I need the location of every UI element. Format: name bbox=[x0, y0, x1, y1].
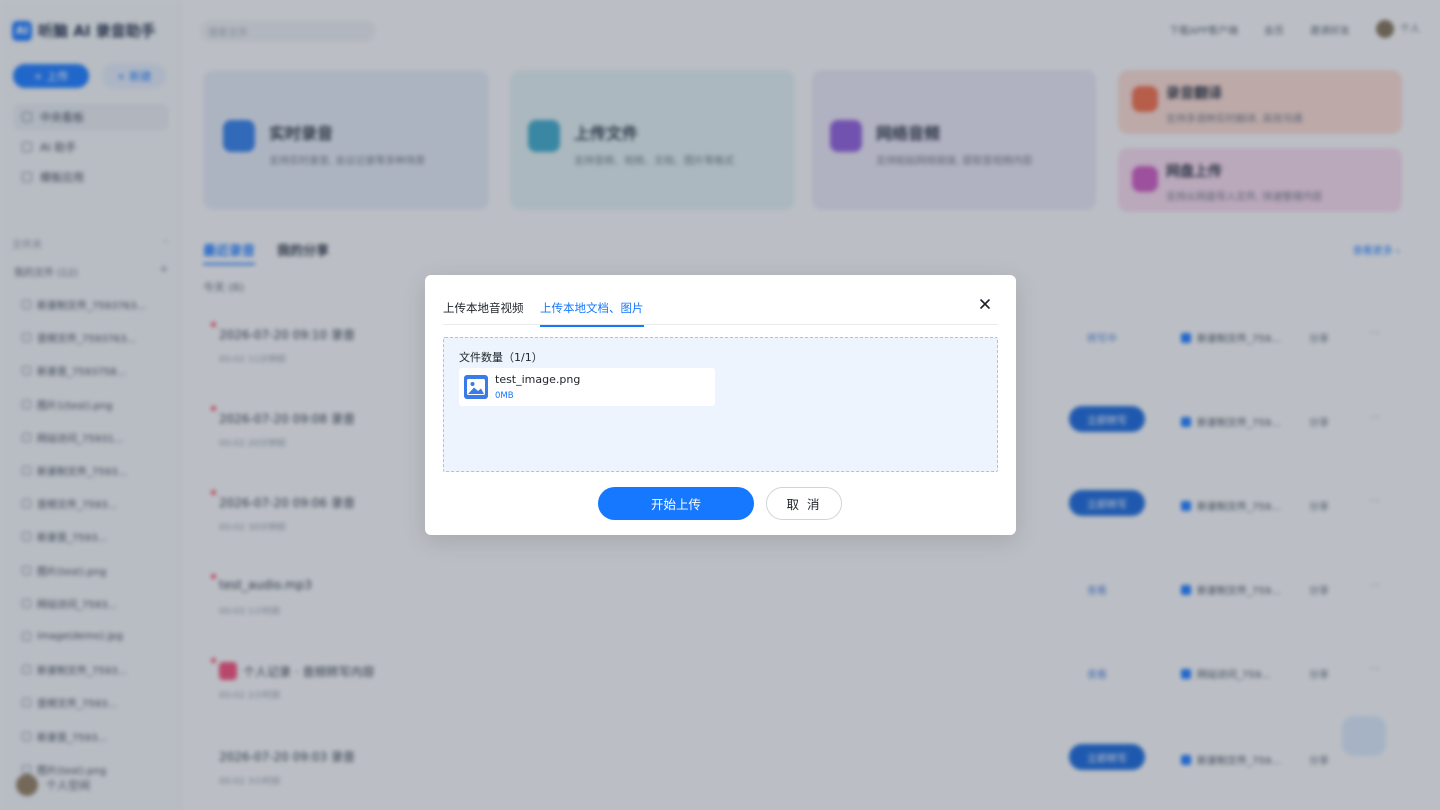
file-count-label: 文件数量（1/1） bbox=[459, 351, 543, 364]
upload-dialog: 上传本地音视频 上传本地文档、图片 文件数量（1/1） test_image.p… bbox=[425, 275, 1016, 535]
cancel-button[interactable]: 取 消 bbox=[766, 487, 842, 520]
close-icon[interactable] bbox=[977, 296, 993, 312]
tab-upload-audio-video[interactable]: 上传本地音视频 bbox=[443, 300, 524, 325]
upload-tabs: 上传本地音视频 上传本地文档、图片 bbox=[443, 275, 998, 327]
file-dropzone[interactable]: 文件数量（1/1） test_image.png 0MB bbox=[443, 337, 998, 472]
tab-upload-docs-images[interactable]: 上传本地文档、图片 bbox=[540, 300, 644, 327]
start-upload-button[interactable]: 开始上传 bbox=[598, 487, 754, 520]
image-file-icon bbox=[464, 375, 488, 399]
file-item: test_image.png 0MB bbox=[459, 368, 715, 406]
file-size: 0MB bbox=[495, 391, 514, 401]
file-name: test_image.png bbox=[495, 373, 581, 386]
